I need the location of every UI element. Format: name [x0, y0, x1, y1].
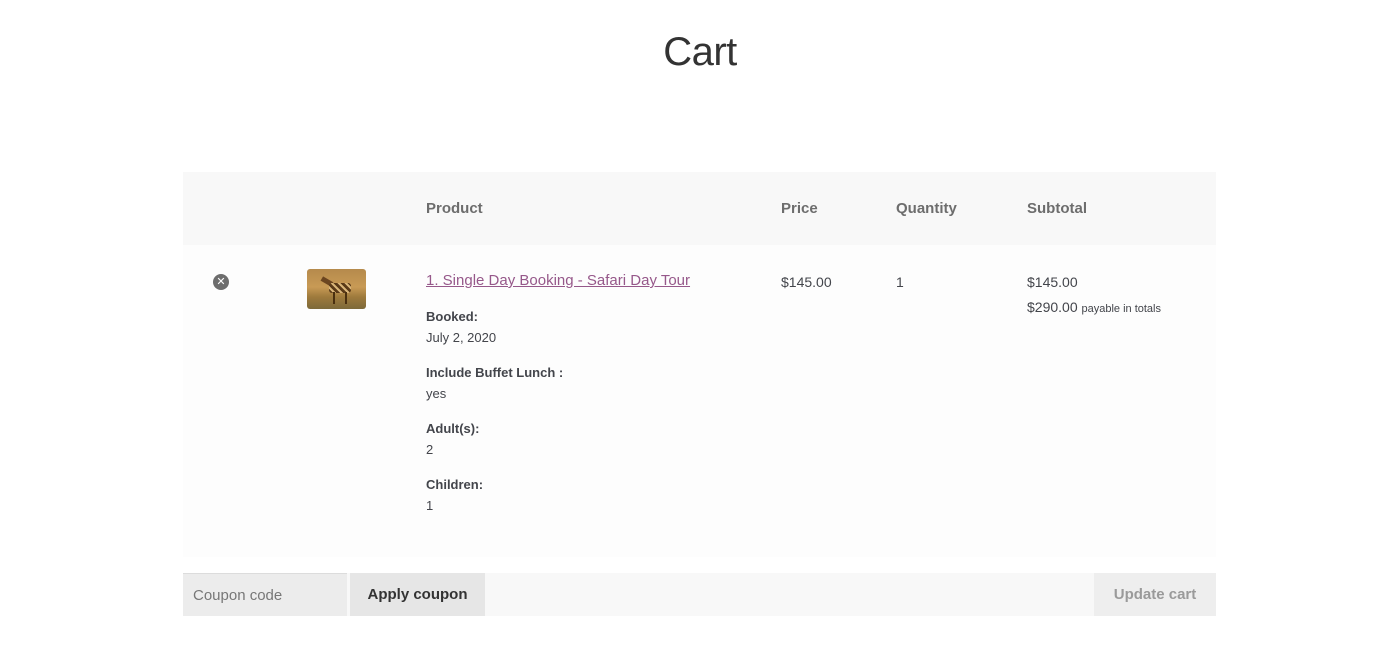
meta-key-adults: Adult(s): [426, 421, 480, 436]
item-quantity: 1 [896, 274, 904, 290]
product-cell: 1. Single Day Booking - Safari Day Tour … [426, 271, 756, 515]
coupon-code-input[interactable] [183, 573, 347, 616]
item-price: $145.00 [781, 274, 832, 290]
update-cart-button[interactable]: Update cart [1094, 573, 1216, 616]
cart-table-header: Product Price Quantity Subtotal [183, 172, 1216, 245]
item-total-note: payable in totals [1081, 303, 1162, 315]
meta-key-children: Children: [426, 477, 484, 492]
header-subtotal: Subtotal [1027, 200, 1087, 217]
product-thumbnail[interactable] [307, 269, 366, 309]
meta-key-booked: Booked: [426, 309, 478, 324]
item-total-amount: $290.00 [1027, 299, 1078, 315]
header-price: Price [781, 200, 818, 217]
cart-table: Product Price Quantity Subtotal ✕ 1. Sin… [183, 172, 1216, 557]
header-quantity: Quantity [896, 200, 957, 217]
product-name-link[interactable]: 1. Single Day Booking - Safari Day Tour [426, 271, 756, 291]
remove-item-icon[interactable]: ✕ [213, 274, 229, 290]
meta-value-adults: 2 [426, 442, 434, 457]
meta-value-buffet-lunch: yes [426, 386, 447, 401]
apply-coupon-button[interactable]: Apply coupon [350, 573, 485, 616]
item-total-payable: $290.00 payable in totals [1027, 298, 1161, 318]
meta-value-booked: July 2, 2020 [426, 330, 497, 345]
meta-key-buffet-lunch: Include Buffet Lunch : [426, 365, 564, 380]
page-title: Cart [663, 30, 737, 74]
cart-item-row: ✕ 1. Single Day Booking - Safari Day Tou… [183, 245, 1216, 557]
cart-actions: Apply coupon Update cart [183, 573, 1216, 616]
meta-value-children: 1 [426, 498, 434, 513]
item-subtotal: $145.00 [1027, 274, 1078, 290]
header-product: Product [426, 200, 483, 217]
